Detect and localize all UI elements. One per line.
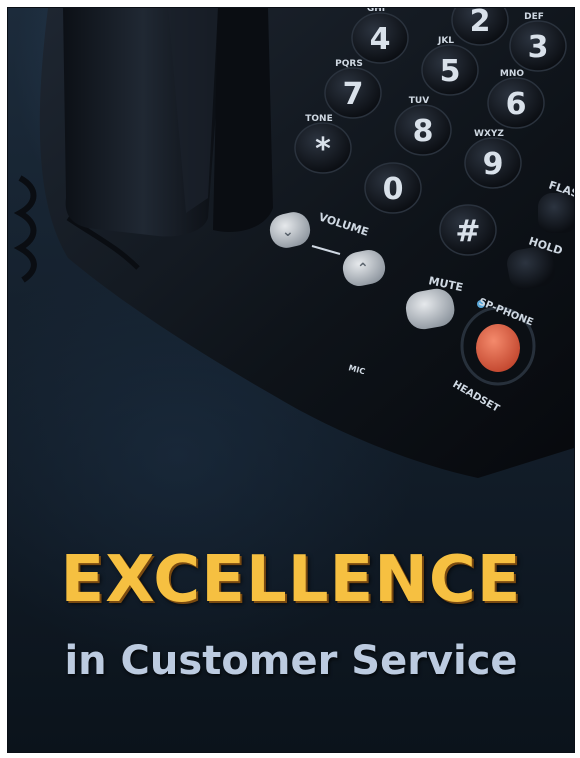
key-letters: DEF [524, 12, 544, 22]
key-digit: # [455, 214, 480, 249]
key-letters: MNO [500, 69, 524, 79]
key-digit: 7 [343, 77, 364, 112]
key-digit: 2 [470, 8, 491, 39]
key-letters: GHI [367, 8, 385, 14]
key-digit: 9 [483, 147, 504, 182]
keypad-key-0: 0 [364, 162, 422, 214]
key-digit: 8 [413, 114, 434, 149]
key-letters: PQRS [335, 59, 363, 69]
desk-phone-image: 4 GHI 5 JKL 3 DEF 7 PQRS 6 MNO 8 TUV 9 WXYZ * TONE 0 #2 ⌄… [13, 8, 574, 478]
poster-subtitle: in Customer Service [64, 638, 518, 684]
key-letters: JKL [437, 36, 454, 46]
key-letters: WXYZ [474, 129, 504, 139]
key-letters: TONE [305, 114, 332, 124]
key-digit: 3 [528, 30, 549, 65]
key-digit: 0 [383, 172, 404, 207]
key-digit: 5 [440, 54, 461, 89]
key-digit: * [315, 132, 331, 167]
chevron-down-icon: ⌄ [282, 224, 294, 240]
flash-button [538, 193, 574, 233]
speakerphone-button [476, 324, 520, 372]
key-letters: TUV [409, 96, 429, 106]
keypad-key-hash: # [439, 204, 497, 256]
poster-title: EXCELLENCE [60, 543, 522, 617]
key-digit: 6 [506, 87, 527, 122]
key-digit: 4 [370, 22, 391, 57]
chevron-up-icon: ⌃ [357, 261, 369, 277]
handset [63, 8, 273, 237]
poster: 4 GHI 5 JKL 3 DEF 7 PQRS 6 MNO 8 TUV 9 WXYZ * TONE 0 #2 ⌄… [7, 7, 575, 753]
